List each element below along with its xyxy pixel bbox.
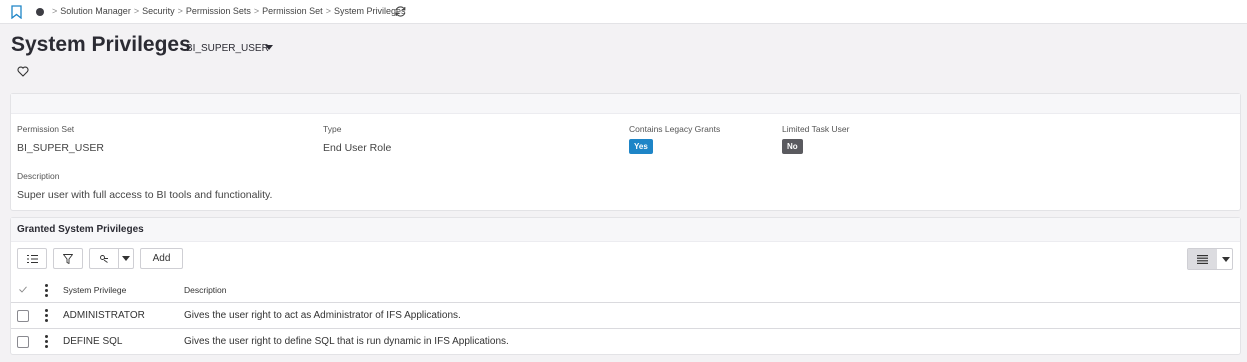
permission-set-label: Permission Set <box>17 124 75 134</box>
type-label: Type <box>323 124 342 134</box>
breadcrumb-bar: > Solution Manager > Security > Permissi… <box>0 0 1247 24</box>
chevron-down-icon <box>1221 256 1230 262</box>
view-dropdown[interactable] <box>1218 249 1233 269</box>
description-value: Super user with full access to BI tools … <box>17 189 273 201</box>
breadcrumb-separator: > <box>177 6 183 16</box>
granted-privileges-list: Granted System Privileges Add System Pri… <box>10 217 1241 355</box>
breadcrumb-item-solution-manager[interactable]: Solution Manager <box>60 6 131 16</box>
column-header-system-privilege[interactable]: System Privilege <box>63 285 126 295</box>
bookmark-icon[interactable] <box>11 5 22 19</box>
list-title: Granted System Privileges <box>17 224 144 235</box>
chevron-down-icon[interactable] <box>265 45 273 50</box>
group-button[interactable] <box>89 248 134 269</box>
breadcrumb-item-security[interactable]: Security <box>142 6 175 16</box>
privilege-cell: ADMINISTRATOR <box>63 310 145 321</box>
limited-task-user-label: Limited Task User <box>782 124 850 134</box>
breadcrumb-separator: > <box>325 6 331 16</box>
add-button[interactable]: Add <box>140 248 183 269</box>
more-vertical-icon[interactable] <box>45 309 48 322</box>
row-checkbox[interactable] <box>17 336 29 348</box>
group-icon <box>100 254 108 263</box>
permission-set-value: BI_SUPER_USER <box>17 142 104 154</box>
table-row[interactable]: ADMINISTRATOR Gives the user right to ac… <box>11 302 1240 328</box>
filter-icon <box>63 253 73 264</box>
list-view-button[interactable] <box>1188 249 1217 269</box>
group-dropdown[interactable] <box>119 249 133 268</box>
heart-icon[interactable] <box>17 66 29 77</box>
breadcrumb-separator: > <box>253 6 260 16</box>
limited-task-user-badge: No <box>782 139 803 154</box>
description-cell: Gives the user right to act as Administr… <box>184 310 461 321</box>
type-value: End User Role <box>323 142 392 154</box>
check-icon[interactable] <box>19 286 27 293</box>
refresh-icon[interactable] <box>394 5 407 18</box>
page-title: System Privileges <box>11 33 191 56</box>
permission-set-details-card: Permission Set BI_SUPER_USER Type End Us… <box>10 93 1241 211</box>
home-dot-icon[interactable] <box>36 8 44 16</box>
breadcrumb: > Solution Manager > Security > Permissi… <box>49 6 405 16</box>
more-vertical-icon[interactable] <box>45 335 48 348</box>
view-switcher[interactable] <box>1187 248 1233 270</box>
legacy-grants-badge: Yes <box>629 139 653 154</box>
description-cell: Gives the user right to define SQL that … <box>184 336 509 347</box>
breadcrumb-item-permission-set[interactable]: Permission Set <box>262 6 323 16</box>
table-row[interactable]: DEFINE SQL Gives the user right to defin… <box>11 328 1240 354</box>
row-checkbox[interactable] <box>17 310 29 322</box>
breadcrumb-separator: > <box>133 6 140 16</box>
list-view-icon <box>1197 254 1208 264</box>
more-vertical-icon <box>45 284 48 297</box>
column-header-description[interactable]: Description <box>184 285 227 295</box>
chevron-down-icon <box>122 256 130 261</box>
filter-button[interactable] <box>53 248 83 269</box>
column-chooser-button[interactable] <box>17 248 47 269</box>
breadcrumb-item-permission-sets[interactable]: Permission Sets <box>186 6 251 16</box>
add-button-label: Add <box>152 253 171 264</box>
legacy-grants-label: Contains Legacy Grants <box>629 124 721 134</box>
group-main[interactable] <box>90 249 119 268</box>
record-selector-label[interactable]: BI_SUPER_USER <box>186 43 269 54</box>
breadcrumb-separator: > <box>52 6 58 16</box>
privilege-cell: DEFINE SQL <box>63 336 123 347</box>
card-header-strip <box>11 94 1240 114</box>
description-label: Description <box>17 171 60 181</box>
list-header: Granted System Privileges <box>11 218 1240 242</box>
column-chooser-icon <box>26 254 38 263</box>
